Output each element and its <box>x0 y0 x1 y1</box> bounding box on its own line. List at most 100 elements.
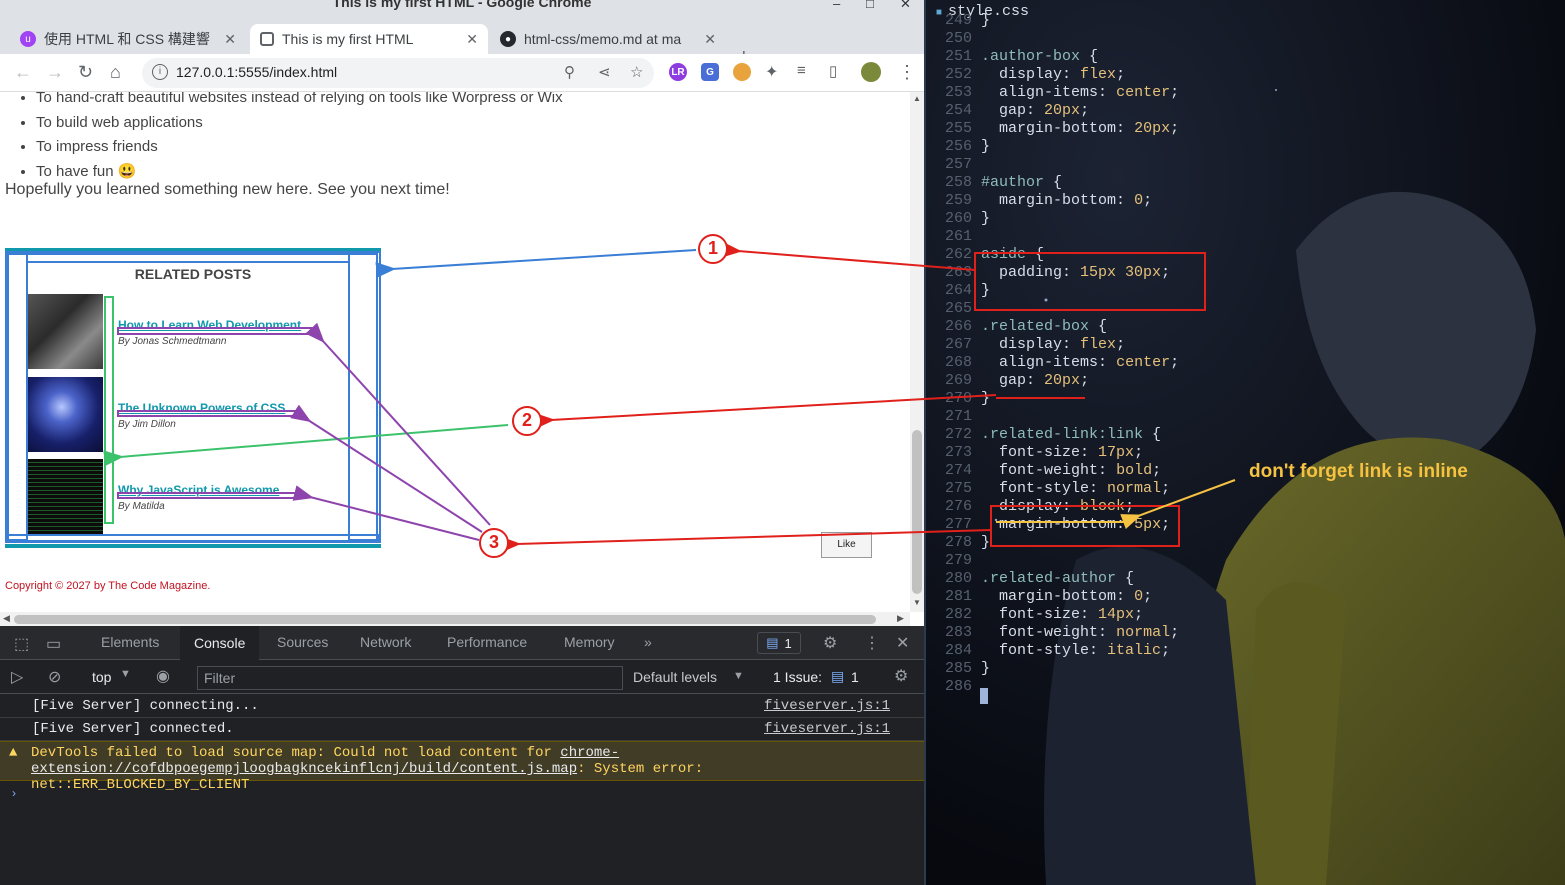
extension-cookie-icon[interactable] <box>733 63 751 81</box>
console-settings-gear-icon[interactable]: ⚙ <box>894 666 908 686</box>
related-link[interactable]: How to Learn Web Development <box>118 318 301 332</box>
scroll-thumb[interactable] <box>14 615 876 624</box>
url-text[interactable]: 127.0.0.1:5555/index.html <box>176 64 337 80</box>
tab-console[interactable]: Console <box>180 626 260 660</box>
profile-avatar[interactable] <box>861 62 881 82</box>
line-text[interactable]: margin-bottom: 20px; <box>981 120 1179 137</box>
line-text[interactable]: font-weight: normal; <box>981 624 1179 641</box>
post-thumbnail-lightning[interactable] <box>28 377 103 452</box>
line-text[interactable]: align-items: center; <box>981 84 1179 101</box>
line-text[interactable]: display: flex; <box>981 66 1125 83</box>
extension-translate-icon[interactable]: G <box>701 63 719 81</box>
settings-gear-icon[interactable]: ⚙ <box>823 633 837 653</box>
messages-badge[interactable]: ▤ 1 <box>757 632 801 654</box>
line-text[interactable]: #author { <box>981 174 1062 191</box>
bookmark-star-icon[interactable]: ☆ <box>630 63 643 81</box>
tab-first-html[interactable]: This is my first HTML ✕ <box>250 24 488 54</box>
line-text[interactable]: display: block; <box>981 498 1134 515</box>
related-link[interactable]: Why JavaScript is Awesome <box>118 483 279 497</box>
extension-lr-icon[interactable]: LR <box>669 63 687 81</box>
close-window-button[interactable]: ✕ <box>900 0 911 12</box>
tab-github-memo[interactable]: ● html-css/memo.md at ma ✕ <box>490 24 726 54</box>
line-text[interactable]: } <box>981 12 990 29</box>
home-icon[interactable]: ⌂ <box>110 62 121 83</box>
sidebar-toggle-icon[interactable]: ▷ <box>11 667 23 687</box>
side-panel-icon[interactable]: ▯ <box>829 62 837 80</box>
log-source-link[interactable]: fiveserver.js:1 <box>764 721 890 737</box>
console-prompt-icon[interactable]: › <box>12 786 16 800</box>
scroll-up-arrow-icon[interactable]: ▲ <box>913 94 921 103</box>
line-text[interactable]: .related-author { <box>981 570 1134 587</box>
tab-performance[interactable]: Performance <box>447 634 527 650</box>
line-text[interactable]: margin-bottom: 0; <box>981 588 1152 605</box>
line-text[interactable]: font-style: italic; <box>981 642 1170 659</box>
site-info-icon[interactable]: i <box>152 64 168 80</box>
tab-course[interactable]: u 使用 HTML 和 CSS 構建響 ✕ <box>10 24 246 54</box>
close-devtools-icon[interactable]: ✕ <box>896 633 909 653</box>
kebab-menu-icon[interactable]: ⋮ <box>898 62 916 83</box>
line-text[interactable]: gap: 20px; <box>981 102 1089 119</box>
clear-console-icon[interactable]: ⊘ <box>48 667 61 687</box>
horizontal-scrollbar[interactable]: ◀ ▶ <box>0 612 910 626</box>
post-thumbnail-code[interactable] <box>28 459 103 534</box>
line-text[interactable]: font-style: normal; <box>981 480 1170 497</box>
vertical-scrollbar[interactable]: ▲ ▼ <box>910 92 924 612</box>
extensions-puzzle-icon[interactable]: ✦ <box>765 62 778 82</box>
context-dropdown-icon[interactable]: ▼ <box>120 668 131 680</box>
address-bar[interactable]: i 127.0.0.1:5555/index.html ⚲ ⋖ ☆ <box>142 58 654 88</box>
tab-network[interactable]: Network <box>360 634 411 650</box>
tab-memory[interactable]: Memory <box>564 634 615 650</box>
line-text[interactable]: } <box>981 210 990 227</box>
device-toolbar-icon[interactable]: ▭ <box>46 634 61 654</box>
post-thumbnail-laptop[interactable] <box>28 294 103 369</box>
line-text[interactable]: gap: 20px; <box>981 372 1089 389</box>
close-icon[interactable]: ✕ <box>466 31 478 48</box>
related-link[interactable]: The Unknown Powers of CSS <box>118 401 285 415</box>
like-button[interactable]: Like <box>821 532 872 558</box>
inspect-element-icon[interactable]: ⬚ <box>14 634 29 654</box>
issues-label[interactable]: 1 Issue: <box>773 669 822 685</box>
line-text[interactable]: } <box>981 282 990 299</box>
line-text[interactable]: .related-link:link { <box>981 426 1161 443</box>
line-text[interactable]: margin-bottom: 0; <box>981 192 1152 209</box>
scroll-thumb[interactable] <box>912 430 922 594</box>
line-text[interactable]: } <box>981 660 990 677</box>
line-text[interactable]: } <box>981 534 990 551</box>
close-icon[interactable]: ✕ <box>224 31 236 48</box>
line-text[interactable]: font-size: 14px; <box>981 606 1143 623</box>
back-arrow-icon[interactable]: ← <box>14 62 32 83</box>
line-text[interactable]: } <box>981 138 990 155</box>
media-queue-icon[interactable]: ≡ <box>797 62 806 79</box>
line-text[interactable]: font-weight: bold; <box>981 462 1161 479</box>
reload-icon[interactable]: ↻ <box>78 62 93 83</box>
close-icon[interactable]: ✕ <box>704 31 716 48</box>
log-levels-dropdown[interactable]: Default levels <box>633 669 717 685</box>
line-text[interactable]: font-size: 17px; <box>981 444 1143 461</box>
forward-arrow-icon[interactable]: → <box>46 62 64 83</box>
minimize-button[interactable]: – <box>833 0 840 11</box>
line-text[interactable]: padding: 15px 30px; <box>981 264 1170 281</box>
tab-elements[interactable]: Elements <box>101 634 159 650</box>
line-text[interactable]: display: flex; <box>981 336 1125 353</box>
line-text[interactable]: } <box>981 390 990 407</box>
context-selector[interactable]: top <box>92 669 111 685</box>
levels-dropdown-icon[interactable]: ▼ <box>733 670 744 682</box>
line-text[interactable]: align-items: center; <box>981 354 1179 371</box>
console-filter-input[interactable]: Filter <box>197 666 623 690</box>
live-expression-eye-icon[interactable]: ◉ <box>156 666 170 686</box>
scroll-down-arrow-icon[interactable]: ▼ <box>913 598 921 607</box>
share-icon[interactable]: ⋖ <box>598 63 611 81</box>
scroll-right-arrow-icon[interactable]: ▶ <box>897 613 904 624</box>
line-text[interactable]: .author-box { <box>981 48 1098 65</box>
scroll-left-arrow-icon[interactable]: ◀ <box>3 613 10 624</box>
log-source-link[interactable]: fiveserver.js:1 <box>764 698 890 714</box>
tab-sources[interactable]: Sources <box>277 634 328 650</box>
line-text[interactable]: .related-box { <box>981 318 1107 335</box>
line-text[interactable]: aside { <box>981 246 1044 263</box>
more-tabs-chevron-icon[interactable]: » <box>644 634 652 650</box>
zoom-magnifier-icon[interactable]: ⚲ <box>564 63 575 81</box>
devtools-menu-icon[interactable]: ⋮ <box>864 633 880 653</box>
issues-count[interactable]: 1 <box>851 669 859 685</box>
maximize-button[interactable]: □ <box>866 0 874 11</box>
line-text[interactable]: margin-bottom: 5px; <box>981 516 1170 533</box>
